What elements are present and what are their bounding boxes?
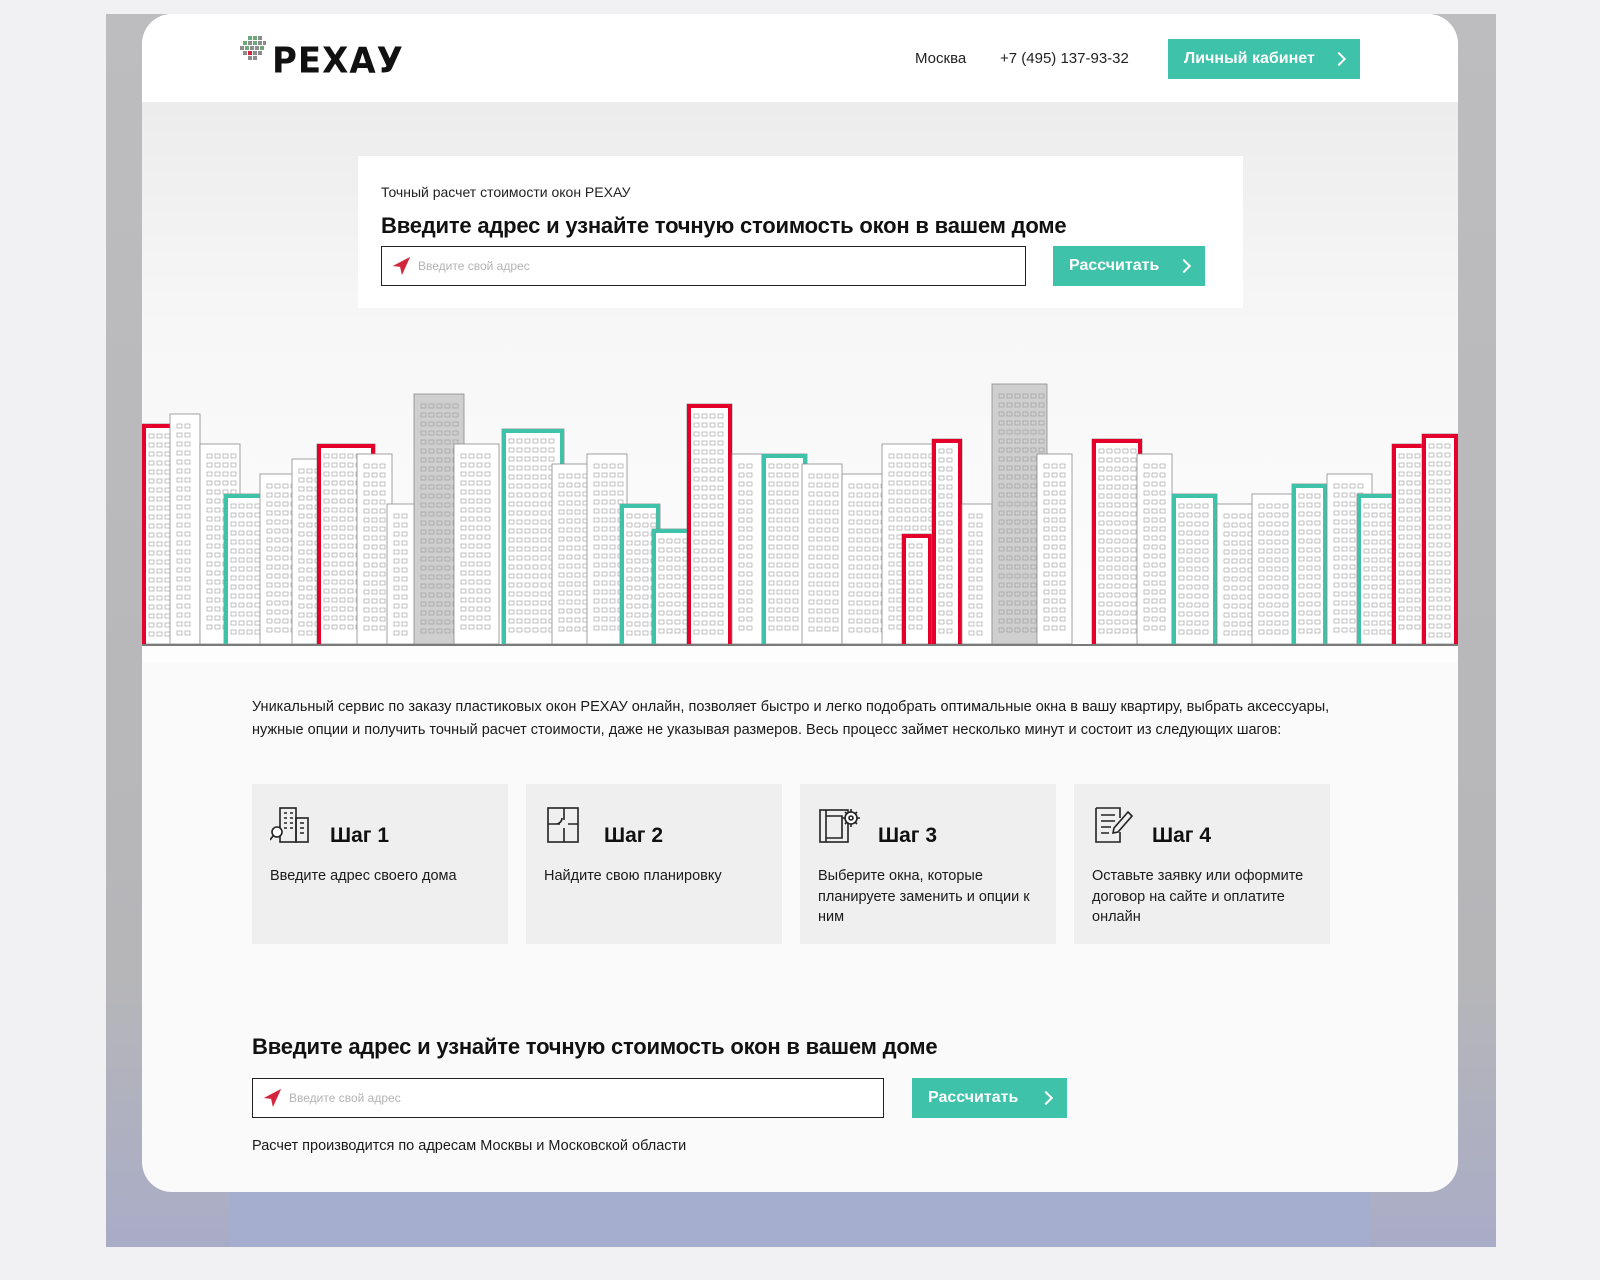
hero-address-field[interactable] — [381, 246, 1026, 286]
phone-number[interactable]: +7 (495) 137-93-32 — [1000, 50, 1129, 67]
skyline-building — [1036, 453, 1073, 645]
intro-text: Уникальный сервис по заказу пластиковых … — [252, 699, 1330, 738]
skyline-building — [453, 443, 500, 645]
step-text: Введите адрес своего дома — [270, 868, 457, 884]
step-title: Шаг 4 — [1152, 824, 1212, 847]
hero-calculate-button[interactable]: Рассчитать — [1053, 246, 1205, 286]
skyline-building — [1251, 493, 1293, 645]
skyline-building — [761, 453, 808, 645]
bottom-address-input[interactable] — [289, 1091, 883, 1105]
bottom-address-field[interactable] — [252, 1078, 884, 1118]
step-text: Выберите окна, которые планируете замени… — [818, 868, 1030, 925]
hero-calculate-label: Рассчитать — [1069, 257, 1160, 274]
steps-list: Шаг 1 Введите адрес своего дома Шаг 2 На… — [252, 784, 1352, 944]
document-edit-icon — [1095, 807, 1134, 843]
skyline-building — [961, 503, 993, 645]
coverage-note: Расчет производится по адресам Москвы и … — [252, 1138, 687, 1154]
hero-title: Введите адрес и узнайте точную стоимость… — [381, 213, 1067, 238]
skyline-building — [1171, 493, 1218, 645]
chevron-right-icon — [1331, 51, 1347, 67]
skyline-building — [1216, 503, 1258, 645]
skyline-building — [731, 453, 763, 645]
skyline-building — [1136, 453, 1173, 645]
skyline-building — [901, 533, 933, 645]
skyline-building — [1091, 438, 1143, 645]
step-title: Шаг 1 — [330, 824, 390, 847]
window-settings-icon — [819, 809, 860, 843]
step-card-2: Шаг 2 Найдите свою планировку — [526, 784, 782, 944]
bottom-calculate-label: Рассчитать — [928, 1089, 1019, 1106]
skyline-building — [686, 403, 733, 645]
step-text: Оставьте заявку или оформите договор на … — [1092, 868, 1304, 925]
bottom-calculate-button[interactable]: Рассчитать — [912, 1078, 1067, 1118]
site-header: РЕХАУ Москва +7 (495) 137-93-32 Личный к… — [142, 14, 1458, 102]
city-selector[interactable]: Москва — [915, 50, 966, 67]
bottom-title: Введите адрес и узнайте точную стоимость… — [252, 1034, 938, 1059]
step-text: Найдите свою планировку — [544, 868, 722, 884]
location-arrow-icon — [392, 256, 411, 276]
floor-plan-icon — [547, 807, 579, 843]
city-skyline-illustration — [142, 383, 1458, 646]
logo[interactable]: РЕХАУ — [240, 36, 404, 82]
step-title: Шаг 3 — [878, 824, 938, 847]
chevron-right-icon — [1176, 258, 1192, 274]
skyline-building — [1421, 433, 1458, 645]
logo-dots-icon — [240, 36, 266, 60]
step-card-3: Шаг 3 Выберите окна, которые планируете … — [800, 784, 1056, 944]
account-button-label: Личный кабинет — [1184, 50, 1315, 67]
hero-subtitle: Точный расчет стоимости окон РЕХАУ — [381, 184, 631, 200]
backdrop-stripe — [230, 1190, 1370, 1247]
skyline-building — [801, 463, 843, 645]
building-search-icon — [270, 807, 309, 843]
step-title: Шаг 2 — [604, 824, 664, 847]
skyline-building — [1291, 483, 1328, 645]
step-card-1: Шаг 1 Введите адрес своего дома — [252, 784, 508, 944]
hero-address-input[interactable] — [418, 259, 1025, 273]
hero-panel: Точный расчет стоимости окон РЕХАУ Введи… — [358, 156, 1243, 308]
chevron-right-icon — [1038, 1090, 1054, 1106]
skyline-ground — [142, 644, 1458, 646]
location-arrow-icon — [263, 1088, 282, 1108]
step-card-4: Шаг 4 Оставьте заявку или оформите догов… — [1074, 784, 1330, 944]
browser-page-card: РЕХАУ Москва +7 (495) 137-93-32 Личный к… — [142, 14, 1458, 1192]
account-button[interactable]: Личный кабинет — [1168, 39, 1360, 79]
skyline-building — [169, 413, 201, 645]
logo-text: РЕХАУ — [272, 40, 404, 82]
skyline-building — [931, 438, 963, 645]
skyline-building — [386, 503, 418, 645]
